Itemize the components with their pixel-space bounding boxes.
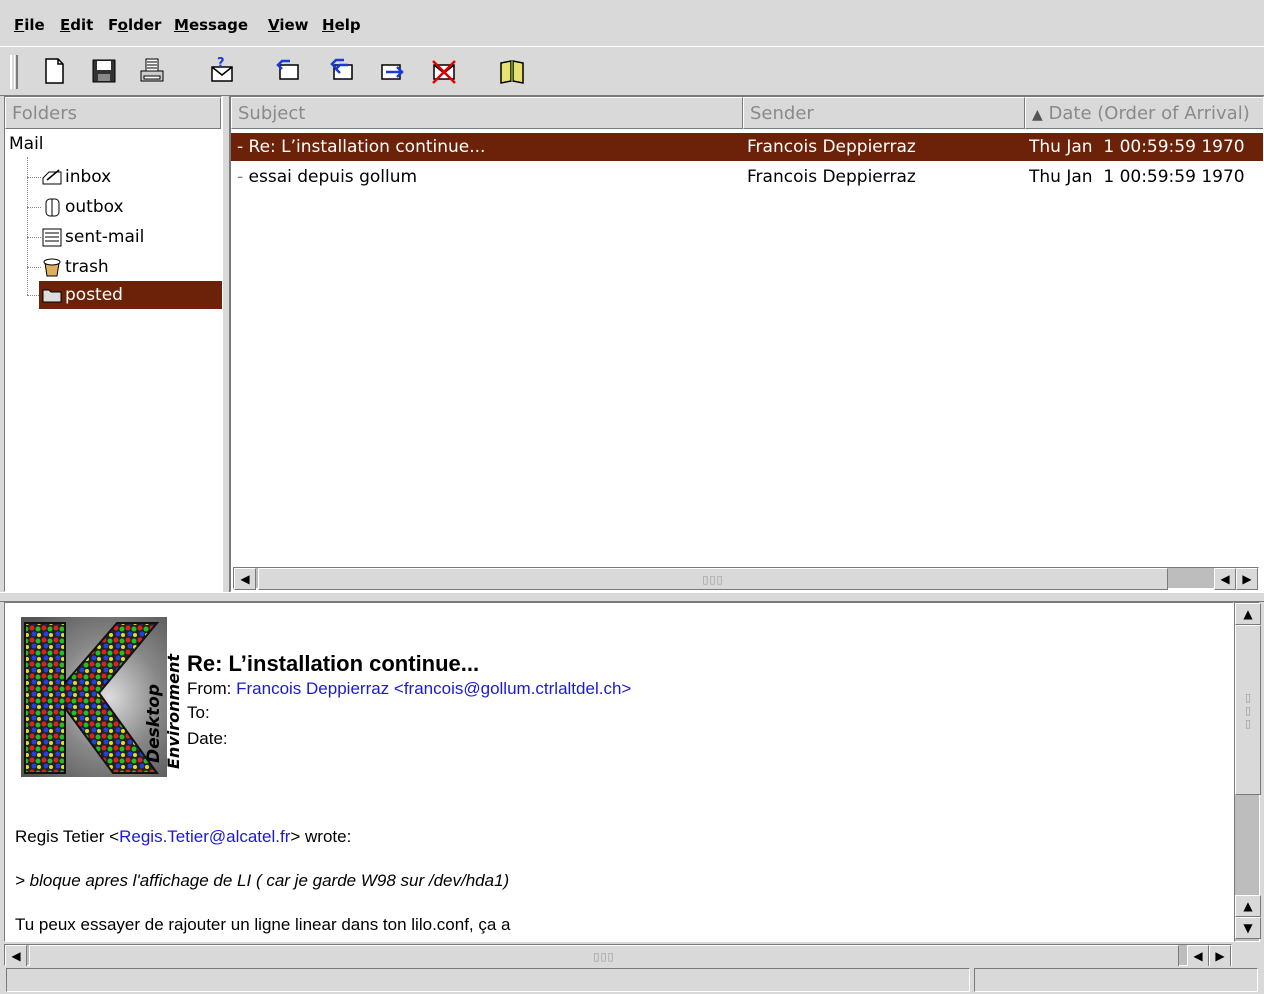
folder-pane: Folders Mail inbox outbox sent-mail tras… <box>4 96 223 592</box>
message-list-hscrollbar[interactable]: ◀ ▯▯▯ ◀ ▶ <box>233 567 1259 590</box>
print-icon[interactable] <box>136 55 168 87</box>
header-date: Date: <box>187 729 228 748</box>
sort-ascending-icon: ▲ <box>1032 107 1043 123</box>
status-bar <box>0 966 1264 994</box>
scroll-thumb[interactable]: ▯▯▯ <box>1235 625 1261 795</box>
pane-splitter-horizontal[interactable] <box>0 592 1264 602</box>
check-mail-icon[interactable]: ? <box>206 55 238 87</box>
scroll-up-arrow[interactable]: ▲ <box>1235 895 1261 917</box>
sent-mail-folder-icon <box>41 226 63 248</box>
from-link[interactable]: Francois Deppierraz <francois@gollum.ctr… <box>236 679 631 698</box>
message-subject: Re: L’installation continue... <box>187 651 480 676</box>
logo-text-environment: Environment <box>164 653 183 769</box>
tree-root-mail[interactable]: Mail <box>9 134 44 154</box>
forward-icon[interactable] <box>376 55 408 87</box>
column-header-date[interactable]: ▲ Date (Order of Arrival) <box>1025 97 1263 129</box>
body-quote-line: > bloque apres l'affichage de LI ( car j… <box>15 871 510 890</box>
scroll-left-arrow[interactable]: ◀ <box>1187 945 1209 967</box>
folder-item-sent-mail[interactable]: sent-mail <box>39 223 223 251</box>
menu-message[interactable]: Message <box>174 16 248 34</box>
folder-item-posted[interactable]: posted <box>39 281 223 309</box>
scroll-down-arrow[interactable]: ▼ <box>1235 917 1261 939</box>
outbox-folder-icon <box>41 196 63 218</box>
body-text-line: Tu peux essayer de rajouter un ligne lin… <box>15 915 511 934</box>
toolbar-grip[interactable] <box>10 55 18 89</box>
message-row[interactable]: - Re: L’installation continue... Francoi… <box>231 133 1263 161</box>
status-message <box>6 968 970 992</box>
menubar: File Edit Folder Message View Help <box>0 0 1264 46</box>
menu-help[interactable]: Help <box>322 16 361 34</box>
pane-splitter-vertical[interactable] <box>222 96 230 592</box>
menu-file[interactable]: File <box>14 16 45 34</box>
folder-item-inbox[interactable]: inbox <box>39 163 223 191</box>
scroll-left-arrow[interactable]: ◀ <box>1214 568 1236 590</box>
message-reader: Desktop Environment Re: L’installation c… <box>4 602 1234 942</box>
body-wrote-line: Regis Tetier <Regis.Tetier@alcatel.fr> w… <box>15 827 352 846</box>
message-list: Subject Sender ▲ Date (Order of Arrival)… <box>230 96 1264 592</box>
scroll-right-arrow[interactable]: ▶ <box>1236 568 1258 590</box>
scroll-left-arrow[interactable]: ◀ <box>5 945 27 967</box>
email-link[interactable]: Regis.Tetier@alcatel.fr <box>119 827 290 846</box>
kde-logo: Desktop Environment <box>17 613 183 783</box>
svg-text:?: ? <box>217 57 225 71</box>
status-info <box>974 968 1258 992</box>
logo-text-desktop: Desktop <box>144 684 164 763</box>
reply-all-icon[interactable] <box>326 55 358 87</box>
column-header-subject[interactable]: Subject <box>231 97 743 129</box>
delete-message-icon[interactable] <box>428 55 460 87</box>
header-to: To: <box>187 703 210 722</box>
menu-view[interactable]: View <box>268 16 309 34</box>
trash-folder-icon <box>41 256 63 278</box>
scroll-thumb[interactable]: ▯▯▯ <box>29 945 1179 967</box>
reply-icon[interactable] <box>272 55 304 87</box>
scroll-left-arrow[interactable]: ◀ <box>234 568 256 590</box>
message-row[interactable]: - essai depuis gollum Francois Deppierra… <box>231 163 1263 191</box>
toolbar: ? <box>0 46 1264 96</box>
save-disk-icon[interactable] <box>88 55 120 87</box>
folder-item-trash[interactable]: trash <box>39 253 223 281</box>
folders-column-header[interactable]: Folders <box>5 97 221 129</box>
scroll-right-arrow[interactable]: ▶ <box>1209 945 1231 967</box>
scroll-up-arrow[interactable]: ▲ <box>1235 603 1261 625</box>
menu-edit[interactable]: Edit <box>60 16 93 34</box>
inbox-folder-icon <box>41 166 63 188</box>
scroll-thumb[interactable]: ▯▯▯ <box>258 568 1168 590</box>
new-document-icon[interactable] <box>38 55 70 87</box>
reader-hscrollbar[interactable]: ◀ ▯▯▯ ◀ ▶ <box>4 944 1232 967</box>
address-book-icon[interactable] <box>496 55 528 87</box>
posted-folder-icon <box>41 284 63 306</box>
header-from: From: Francois Deppierraz <francois@goll… <box>187 679 632 698</box>
reader-vscrollbar[interactable]: ▲ ▯▯▯ ▲ ▼ <box>1234 602 1261 942</box>
menu-folder[interactable]: Folder <box>108 16 161 34</box>
folder-item-outbox[interactable]: outbox <box>39 193 223 221</box>
column-header-sender[interactable]: Sender <box>743 97 1025 129</box>
